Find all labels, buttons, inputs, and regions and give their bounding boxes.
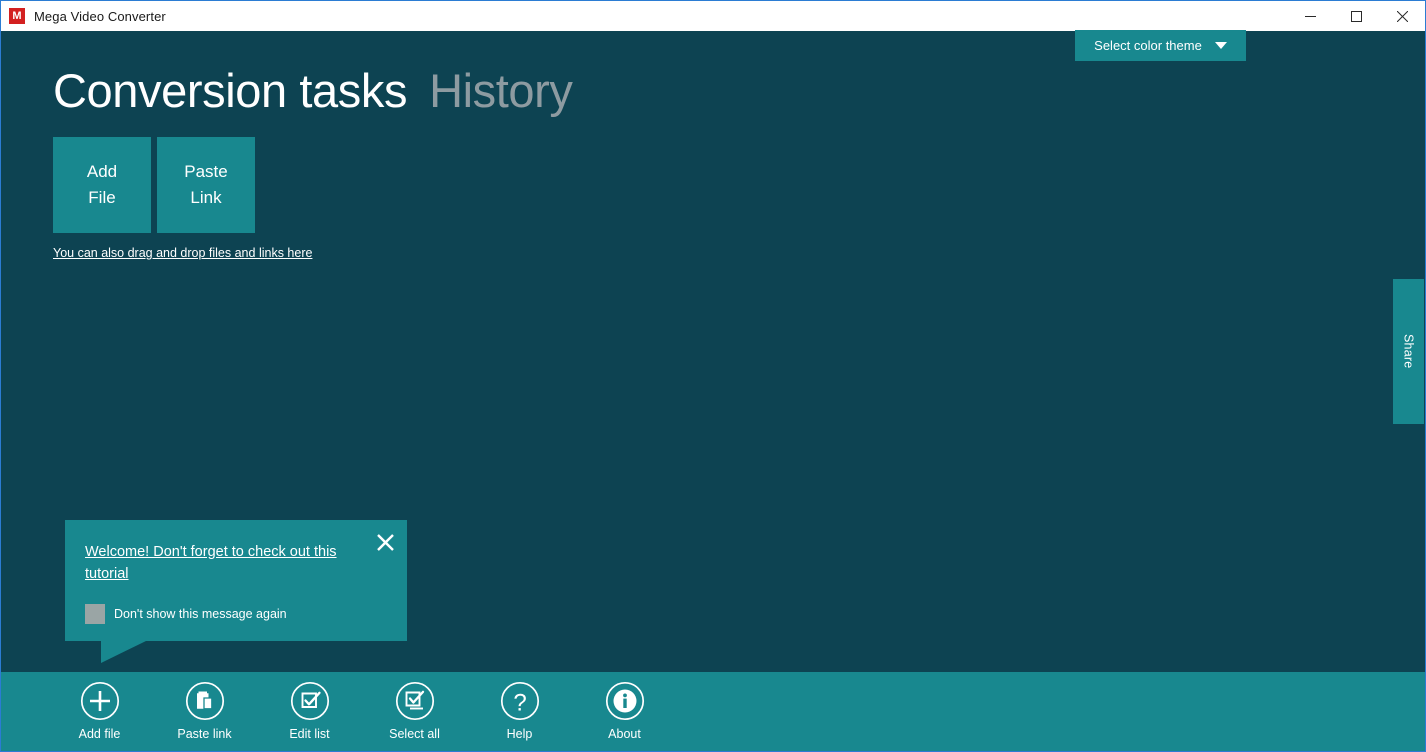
paste-link-button[interactable]: Paste Link <box>157 137 255 233</box>
question-icon: ? <box>500 681 540 721</box>
primary-actions: Add File Paste Link <box>53 137 255 233</box>
share-tab-button[interactable]: Share <box>1393 279 1424 424</box>
toolbar-edit-list-label: Edit list <box>289 727 330 741</box>
app-window: M Mega Video Converter Select color them… <box>0 0 1426 752</box>
toolbar-paste-link-label: Paste link <box>177 727 232 741</box>
toolbar-help-label: Help <box>506 727 533 741</box>
add-file-label-line1: Add <box>86 162 118 181</box>
share-tab-label: Share <box>1401 334 1416 369</box>
toolbar-add-file[interactable]: Add file <box>47 672 152 741</box>
chevron-down-icon <box>1214 42 1227 49</box>
tutorial-link[interactable]: Welcome! Don't forget to check out this … <box>85 541 375 585</box>
popup-close-icon[interactable] <box>373 530 397 554</box>
drag-and-drop-hint-link[interactable]: You can also drag and drop files and lin… <box>53 246 312 260</box>
paste-link-label-line1: Paste <box>184 162 228 181</box>
svg-text:?: ? <box>513 690 526 717</box>
plus-icon <box>80 681 120 721</box>
title-bar: M Mega Video Converter <box>1 1 1425 31</box>
app-logo-icon: M <box>9 8 25 24</box>
toolbar-add-file-label: Add file <box>78 727 121 741</box>
welcome-popup: Welcome! Don't forget to check out this … <box>65 520 407 641</box>
dont-show-again-row[interactable]: Don't show this message again <box>85 604 287 624</box>
info-icon <box>605 681 645 721</box>
toolbar-about-label: About <box>608 727 641 741</box>
page-title: Conversion tasks History <box>53 63 573 118</box>
toolbar-about[interactable]: About <box>572 672 677 741</box>
tab-history[interactable]: History <box>429 63 573 118</box>
toolbar-help[interactable]: ? Help <box>467 672 572 741</box>
select-all-icon <box>395 681 435 721</box>
dont-show-again-label: Don't show this message again <box>114 607 287 621</box>
minimize-icon[interactable] <box>1287 1 1333 31</box>
dont-show-again-checkbox[interactable] <box>85 604 105 624</box>
tab-conversion-tasks[interactable]: Conversion tasks <box>53 63 407 118</box>
add-file-button[interactable]: Add File <box>53 137 151 233</box>
edit-list-icon <box>290 681 330 721</box>
clipboard-icon <box>185 681 225 721</box>
bottom-toolbar: Add file Paste link Edit list Select all… <box>1 672 1425 751</box>
select-color-theme-button[interactable]: Select color theme <box>1075 30 1246 61</box>
popup-tail <box>101 641 146 663</box>
toolbar-edit-list[interactable]: Edit list <box>257 672 362 741</box>
window-controls <box>1287 1 1425 31</box>
select-color-theme-label: Select color theme <box>1094 38 1202 53</box>
toolbar-select-all-label: Select all <box>389 727 440 741</box>
toolbar-select-all[interactable]: Select all <box>362 672 467 741</box>
paste-link-label-line2: Link <box>190 188 222 207</box>
toolbar-paste-link[interactable]: Paste link <box>152 672 257 741</box>
maximize-icon[interactable] <box>1333 1 1379 31</box>
close-icon[interactable] <box>1379 1 1425 31</box>
window-title: Mega Video Converter <box>34 8 166 24</box>
add-file-label-line2: File <box>88 188 116 207</box>
